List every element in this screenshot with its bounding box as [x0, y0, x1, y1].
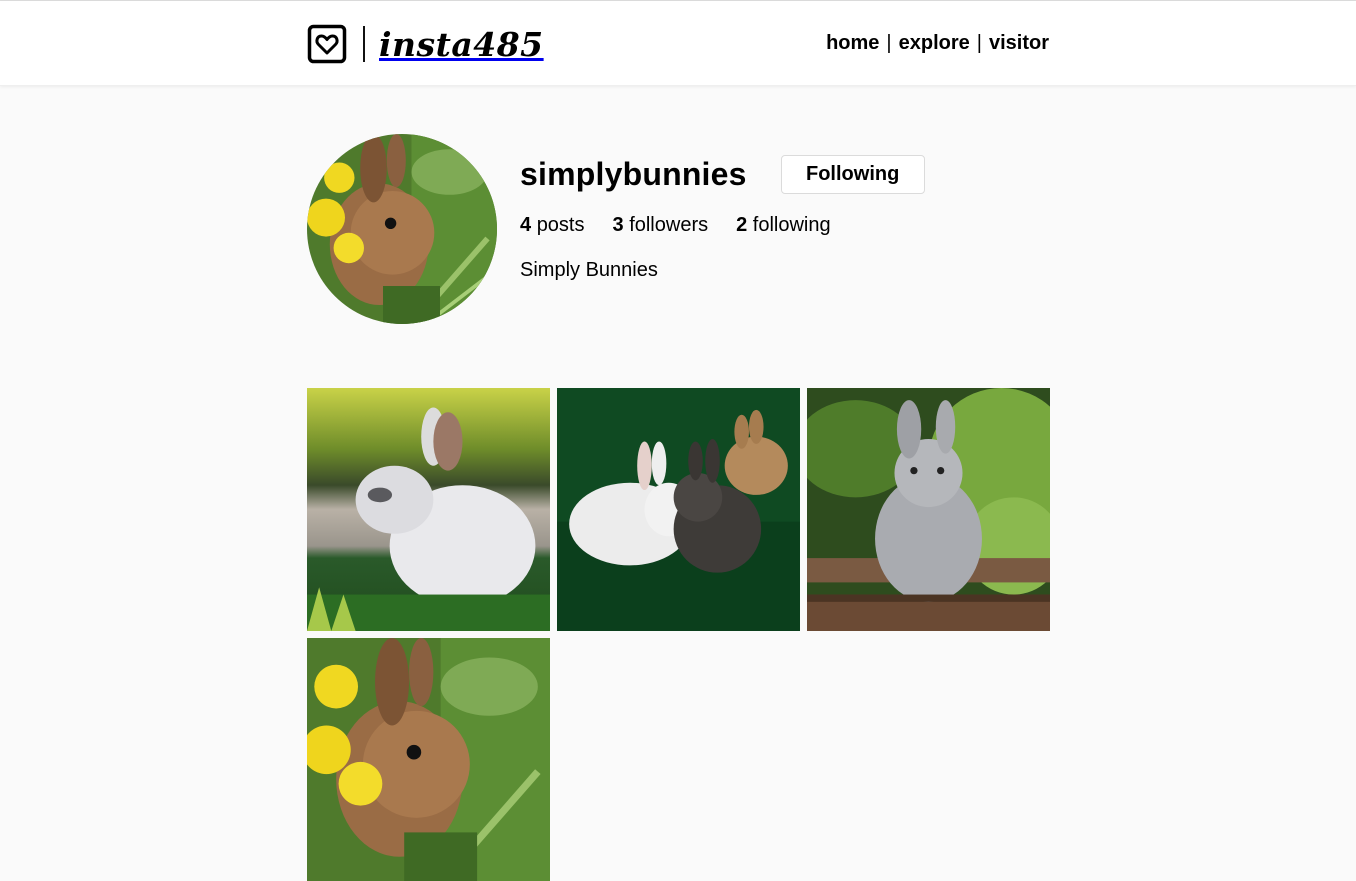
profile-avatar — [307, 134, 497, 324]
post-thumbnail[interactable] — [307, 638, 550, 881]
posts-count: 4 posts — [520, 214, 585, 237]
profile-stats: 4 posts 3 followers 2 following — [520, 214, 925, 237]
nav-separator: | — [886, 32, 892, 54]
followers-count-label: followers — [629, 214, 709, 236]
following-count-value: 2 — [736, 214, 748, 236]
profile-header: simplybunnies Following 4 posts 3 follow… — [307, 134, 1049, 326]
brown-bunny-flowers-image — [307, 638, 550, 881]
followers-count-value: 3 — [612, 214, 624, 236]
main-nav: home | explore | visitor — [826, 32, 1049, 55]
posts-grid — [307, 388, 1050, 881]
posts-count-label: posts — [536, 214, 585, 236]
nav-separator: | — [976, 32, 982, 54]
profile-username: simplybunnies — [520, 155, 747, 192]
following-link[interactable]: 2 following — [736, 214, 831, 237]
profile-fullname: Simply Bunnies — [520, 259, 658, 281]
gray-bunny-log-image — [807, 388, 1050, 631]
post-thumbnail[interactable] — [557, 388, 800, 631]
profile-info: simplybunnies Following 4 posts 3 follow… — [520, 154, 925, 282]
post-thumbnail[interactable] — [807, 388, 1050, 631]
nav-home-link[interactable]: home — [826, 32, 879, 55]
nav-explore-link[interactable]: explore — [899, 32, 970, 55]
post-thumbnail[interactable] — [307, 388, 550, 631]
brown-bunny-flowers-image — [307, 134, 497, 324]
following-button[interactable]: Following — [780, 154, 925, 194]
two-bunnies-cuddling-image — [557, 388, 800, 631]
following-count-label: following — [752, 214, 831, 236]
heart-in-square-icon — [307, 24, 347, 64]
nav-visitor-link[interactable]: visitor — [989, 32, 1049, 55]
site-header: insta485 home | explore | visitor — [0, 1, 1356, 86]
brand-name: insta485 — [379, 24, 544, 64]
brand-divider — [363, 26, 365, 62]
posts-count-value: 4 — [520, 214, 532, 236]
followers-link[interactable]: 3 followers — [613, 214, 709, 237]
brand-link[interactable]: insta485 — [307, 23, 544, 65]
white-bunny-grass-image — [307, 388, 550, 631]
